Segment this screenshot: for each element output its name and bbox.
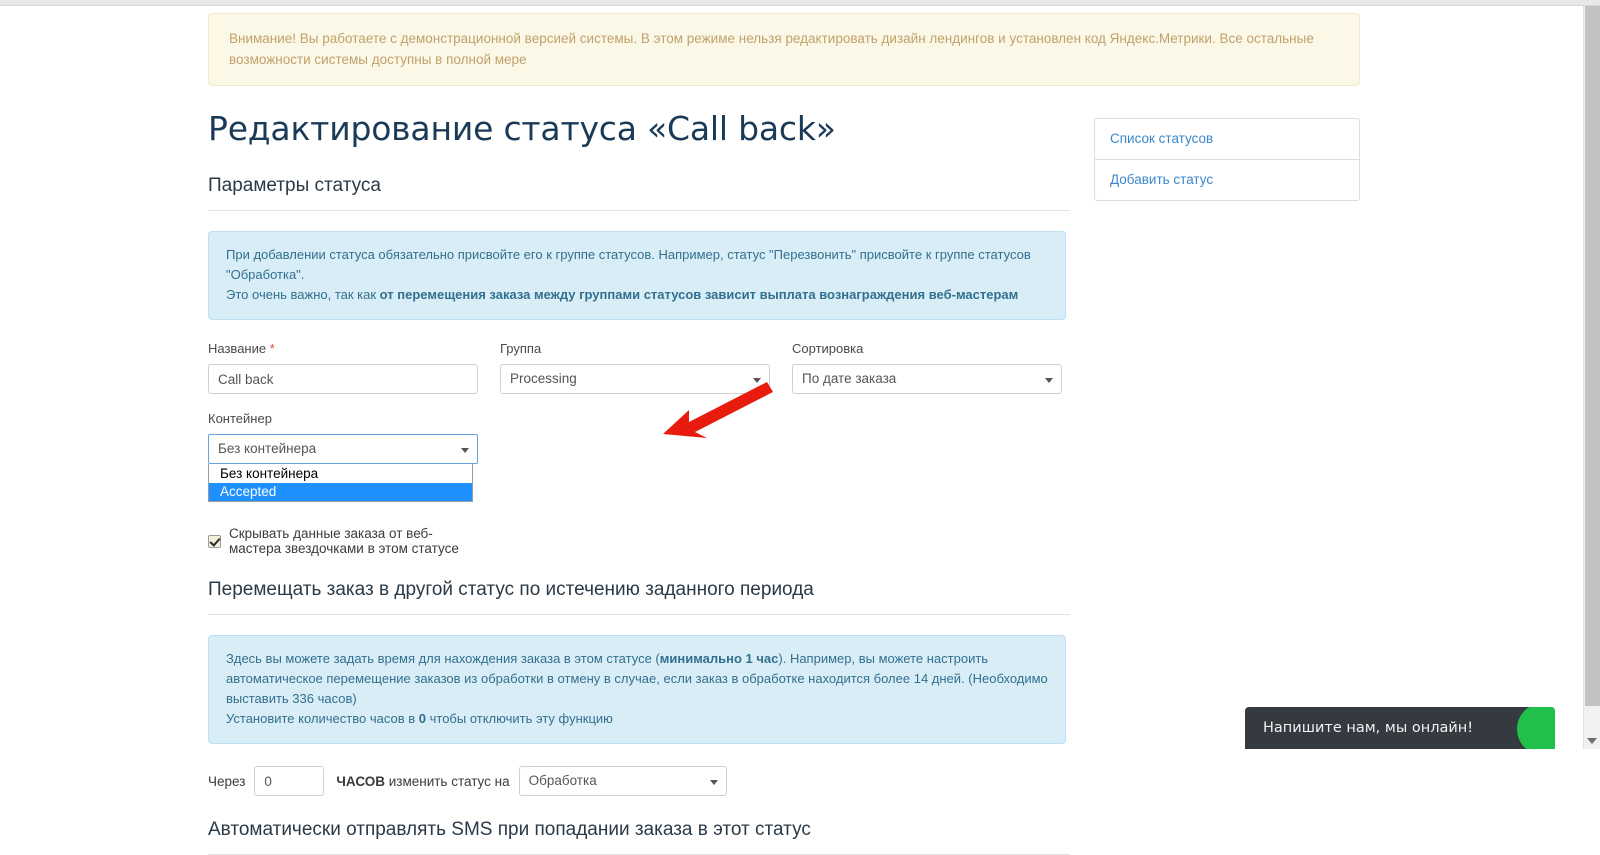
page-title: Редактирование статуса «Call back» [208,109,836,148]
chat-widget[interactable]: Напишите нам, мы онлайн! [1245,707,1555,749]
chevron-down-icon [1045,378,1053,383]
chevron-down-icon [709,780,718,785]
hours-input[interactable] [254,766,325,796]
label-name: Название * [208,341,478,357]
sidebar-item-status-list[interactable]: Список статусов [1095,119,1359,160]
form-group-name: Название * [208,341,478,394]
section-title-status-params: Параметры статуса [208,174,1070,211]
info-line-1: При добавлении статуса обязательно присв… [226,247,1031,282]
label-name-text: Название [208,341,267,356]
target-status-select[interactable]: Обработка [518,766,727,796]
container-option-no-container[interactable]: Без контейнера [209,465,472,483]
content-row: Редактирование статуса «Call back» Парам… [204,108,1364,855]
main-column: Редактирование статуса «Call back» Парам… [208,108,1070,855]
scroll-down-arrow-icon[interactable] [1587,738,1597,744]
page-scrollbar[interactable] [1583,6,1600,749]
group-select-value: Processing [510,371,577,386]
checkbox-checked-icon[interactable] [208,534,221,548]
container-select-dropdown[interactable]: Без контейнера Accepted [208,464,473,502]
period-hours-row: Через ЧАСОВ изменить статус на Обработка [208,766,1070,796]
page-canvas: Внимание! Вы работаете с демонстрационно… [0,6,1568,855]
label-through: Через [208,773,246,789]
period-info-bold2: 0 [418,711,426,726]
required-asterisk: * [269,341,275,356]
info-line-2: Это очень важно, так как от перемещения … [226,285,1048,305]
label-hours-rest: изменить статус на [384,773,510,789]
period-info-part4: чтобы отключить эту функцию [426,711,613,726]
label-hours-bold: ЧАСОВ [336,773,385,789]
group-select[interactable]: Processing [500,364,770,394]
period-info-part3: Установите количество часов в [226,711,419,726]
label-hours-change-status: ЧАСОВ изменить статус на [336,774,509,789]
label-group: Группа [500,341,542,356]
scrollbar-thumb[interactable] [1585,6,1600,706]
form-group-container: Контейнер Без контейнера Без контейнера … [208,411,478,556]
info-line-2-plain: Это очень важно, так как [226,287,380,302]
container-option-accepted[interactable]: Accepted [209,483,472,501]
status-group-info-alert: При добавлении статуса обязательно присв… [208,231,1066,320]
hide-order-data-checkbox-row[interactable]: Скрывать данные заказа от веб-мастера зв… [208,526,478,556]
period-info-alert: Здесь вы можете задать время для нахожде… [208,635,1066,744]
container-select-value: Без контейнера [218,441,317,456]
hide-order-data-label: Скрывать данные заказа от веб-мастера зв… [229,526,459,556]
section-title-auto-sms: Автоматически отправлять SMS при попадан… [208,818,1070,855]
status-name-input[interactable] [208,364,478,394]
demo-mode-warning-alert: Внимание! Вы работаете с демонстрационно… [208,13,1360,86]
sidebar-item-add-status[interactable]: Добавить статус [1095,160,1359,200]
form-row-primary: Название * Группа Processing Сортировка [208,341,1070,394]
sorting-select-value: По дате заказа [802,371,897,386]
chevron-down-icon [461,448,469,453]
chat-widget-message: Напишите нам, мы онлайн! [1263,720,1474,736]
status-actions-panel: Список статусов Добавить статус [1094,118,1360,201]
target-status-value: Обработка [528,773,597,788]
form-group-group: Группа Processing [500,341,770,394]
container-select[interactable]: Без контейнера [208,434,478,464]
label-container: Контейнер [208,411,272,426]
period-info-part1: Здесь вы можете задать время для нахожде… [226,651,660,666]
period-info-paragraph-2: Установите количество часов в 0 чтобы от… [226,709,1048,729]
section-title-move-order: Перемещать заказ в другой статус по исте… [208,578,1070,615]
page-container: Внимание! Вы работаете с демонстрационно… [204,13,1364,855]
label-sorting: Сортировка [792,341,864,356]
sorting-select[interactable]: По дате заказа [792,364,1062,394]
form-group-sorting: Сортировка По дате заказа [792,341,1062,394]
info-line-2-bold: от перемещения заказа между группами ста… [379,287,1019,302]
chevron-down-icon [753,378,761,383]
period-info-bold1: минимально 1 час [659,651,779,666]
period-info-paragraph: Здесь вы можете задать время для нахожде… [226,649,1048,709]
chat-bubble-icon [1517,707,1555,749]
